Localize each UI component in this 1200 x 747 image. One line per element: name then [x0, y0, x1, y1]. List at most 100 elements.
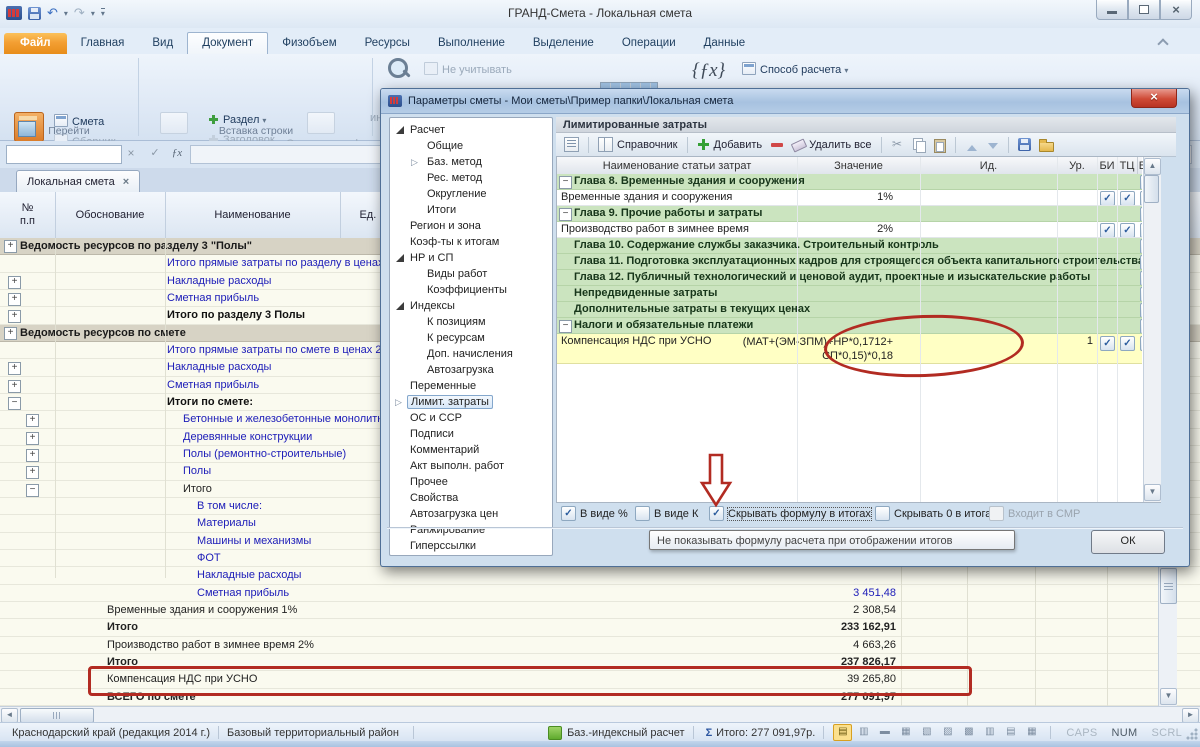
tc-checkbox[interactable]: ✓	[1120, 191, 1135, 206]
tree-expand-icon[interactable]	[412, 206, 420, 214]
tree-item[interactable]: К позициям	[390, 314, 552, 330]
tree-expand-icon[interactable]	[396, 382, 404, 390]
ribbon-tab[interactable]: Вид	[138, 33, 187, 54]
tree-expand-icon[interactable]	[396, 254, 404, 262]
scroll-left-icon[interactable]: ◄	[1, 708, 18, 723]
bm-checkbox[interactable]: ✓	[1140, 191, 1142, 206]
expand-icon[interactable]: +	[4, 240, 17, 253]
collapse-icon[interactable]: −	[559, 320, 572, 333]
expand-icon[interactable]: +	[8, 362, 21, 375]
column-num[interactable]: №п.п	[0, 192, 56, 238]
bi-checkbox[interactable]: ✓	[1100, 223, 1115, 238]
formula-fx-icon[interactable]: {ƒx}	[692, 60, 725, 82]
accept-formula-icon[interactable]: ✓	[146, 145, 164, 163]
remove-button[interactable]	[766, 135, 788, 155]
col-tc[interactable]: ТЦ	[1117, 157, 1138, 174]
tree-item[interactable]: Расчет	[390, 122, 552, 138]
bm-checkbox[interactable]: ✓	[1140, 303, 1142, 318]
ribbon-tab[interactable]: Физобъем	[268, 33, 350, 54]
tree-item[interactable]: НР и СП	[390, 250, 552, 266]
table-row[interactable]: Итого 233 162,91	[0, 619, 1200, 636]
dialog-title-bar[interactable]: Параметры сметы - Мои сметы\Пример папки…	[381, 89, 1189, 114]
column-naimenovanie[interactable]: Наименование	[165, 192, 341, 238]
col-ur[interactable]: Ур.	[1057, 157, 1098, 174]
cost-row[interactable]: − Глава 9. Прочие работы и затраты ✓ ✓ ✓	[557, 206, 1142, 222]
delete-all-button[interactable]: Удалить все	[788, 135, 875, 155]
tree-item[interactable]: Общие	[390, 138, 552, 154]
cost-row[interactable]: Временные здания и сооружения 1% ✓ ✓ ✓	[557, 190, 1142, 206]
tree-expand-icon[interactable]	[412, 158, 420, 166]
tree-expand-icon[interactable]	[396, 430, 404, 438]
table-row[interactable]: Накладные расходы	[0, 567, 1200, 584]
expand-icon[interactable]: −	[26, 484, 39, 497]
table-row[interactable]: Временные здания и сооружения 1% 2 308,5…	[0, 602, 1200, 619]
tree-item[interactable]: Переменные	[390, 378, 552, 394]
scroll-right-icon[interactable]: ►	[1182, 708, 1199, 723]
tree-item[interactable]: Индексы	[390, 298, 552, 314]
table-row[interactable]: Сметная прибыль 3 451,48	[0, 585, 1200, 602]
tree-item[interactable]: Гиперссылки	[390, 538, 552, 554]
cost-row[interactable]: Непредвиденные затраты ✓ ✓ ✓	[557, 286, 1142, 302]
sposob-dropdown-icon[interactable]: ▾	[844, 66, 848, 75]
collapse-ribbon-icon[interactable]	[1154, 34, 1172, 48]
tree-expand-icon[interactable]	[396, 414, 404, 422]
tree-expand-icon[interactable]	[412, 334, 420, 342]
expand-icon[interactable]: +	[26, 449, 39, 462]
bm-checkbox[interactable]: ✓	[1140, 255, 1142, 270]
tc-checkbox[interactable]: ✓	[1120, 336, 1135, 351]
grid-scroll-up-icon[interactable]: ▲	[1144, 158, 1161, 175]
horizontal-scrollbar-thumb[interactable]	[20, 708, 94, 723]
tree-item[interactable]: Свойства	[390, 490, 552, 506]
add-button[interactable]: Добавить	[693, 135, 767, 155]
tree-expand-icon[interactable]	[396, 446, 404, 454]
ribbon-tab[interactable]: Главная	[67, 33, 139, 54]
grid-scrollbar-thumb[interactable]	[1144, 175, 1159, 203]
vertical-scrollbar-thumb[interactable]	[1160, 568, 1177, 604]
tree-item[interactable]: Автозагрузка цен	[390, 506, 552, 522]
tree-item[interactable]: Коэффициенты	[390, 282, 552, 298]
position-input[interactable]	[6, 145, 122, 164]
expand-icon[interactable]: +	[8, 276, 21, 289]
col-id[interactable]: Ид.	[920, 157, 1058, 174]
close-button[interactable]: ×	[1160, 0, 1192, 20]
bm-checkbox[interactable]: ✓	[1140, 336, 1142, 351]
status-tool-icon[interactable]: ▦	[896, 724, 915, 741]
tree-expand-icon[interactable]	[396, 494, 404, 502]
status-tool-icon[interactable]: ▬	[875, 724, 894, 741]
tree-item[interactable]: Акт выполн. работ	[390, 458, 552, 474]
tree-expand-icon[interactable]	[396, 126, 404, 134]
tree-item[interactable]: Баз. метод	[390, 154, 552, 170]
tree-expand-icon[interactable]	[412, 286, 420, 294]
tree-item[interactable]: Регион и зона	[390, 218, 552, 234]
status-tool-icon[interactable]: ▤	[1001, 724, 1020, 741]
close-tab-icon[interactable]: ×	[123, 176, 129, 188]
ribbon-tab[interactable]: Выделение	[519, 33, 608, 54]
ribbon-tab[interactable]: Операции	[608, 33, 690, 54]
dialog-close-button[interactable]: ×	[1131, 89, 1177, 108]
tree-item[interactable]: Коэф-ты к итогам	[390, 234, 552, 250]
status-tool-icon[interactable]: ▨	[938, 724, 957, 741]
cancel-formula-icon[interactable]: ×	[122, 145, 140, 163]
load-list-button[interactable]	[1035, 135, 1056, 155]
tree-expand-icon[interactable]	[396, 302, 404, 310]
tree-item[interactable]: Итоги	[390, 202, 552, 218]
table-row[interactable]: Производство работ в зимнее время 2% 4 6…	[0, 637, 1200, 654]
cost-row[interactable]: Производство работ в зимнее время 2% ✓ ✓…	[557, 222, 1142, 238]
expand-icon[interactable]: +	[26, 414, 39, 427]
tree-expand-icon[interactable]	[396, 478, 404, 486]
bi-checkbox[interactable]: ✓	[1100, 336, 1115, 351]
magnifier-icon[interactable]	[386, 56, 412, 82]
tree-item[interactable]: Комментарий	[390, 442, 552, 458]
collapse-icon[interactable]: −	[559, 208, 572, 221]
cost-row[interactable]: Глава 12. Публичный технологический и це…	[557, 270, 1142, 286]
status-tool-icon[interactable]: ▩	[959, 724, 978, 741]
tree-expand-icon[interactable]	[396, 222, 404, 230]
sposob-rascheta-button[interactable]: Способ расчета ▾	[742, 62, 848, 76]
horizontal-scrollbar[interactable]: ◄ ►	[0, 706, 1200, 723]
bi-checkbox[interactable]: ✓	[1100, 191, 1115, 206]
tree-item[interactable]: Лимит. затраты	[390, 394, 552, 410]
col-bi[interactable]: БИ	[1097, 157, 1118, 174]
tree-expand-icon[interactable]	[396, 510, 404, 518]
tree-expand-icon[interactable]	[396, 542, 404, 550]
tc-checkbox[interactable]: ✓	[1120, 223, 1135, 238]
